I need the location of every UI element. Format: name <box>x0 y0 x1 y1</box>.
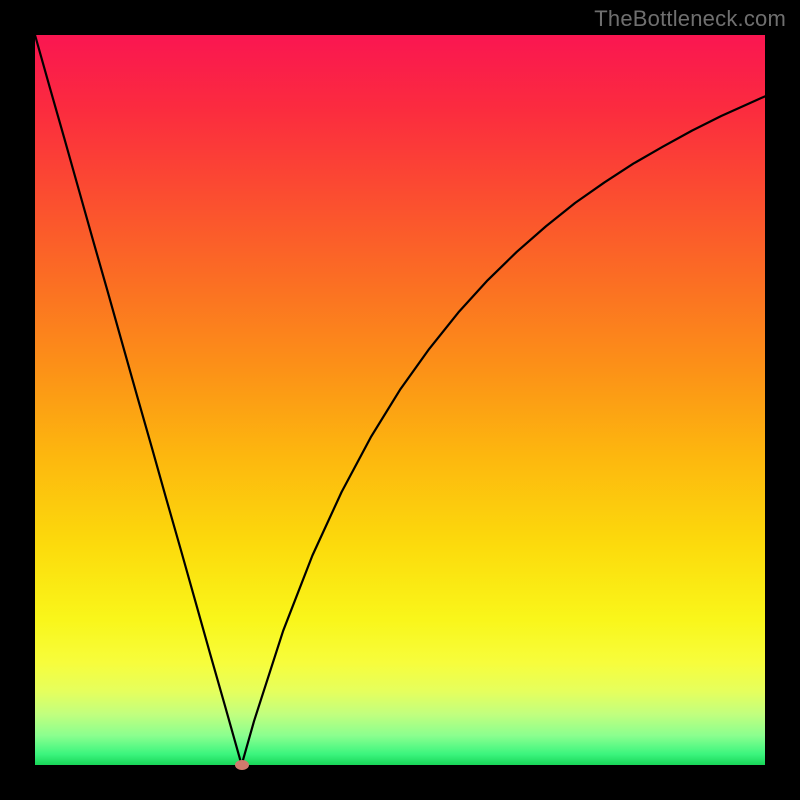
bottleneck-curve <box>35 35 765 765</box>
watermark-text: TheBottleneck.com <box>594 6 786 32</box>
minimum-marker <box>235 760 249 770</box>
chart-frame: TheBottleneck.com <box>0 0 800 800</box>
plot-area <box>35 35 765 765</box>
